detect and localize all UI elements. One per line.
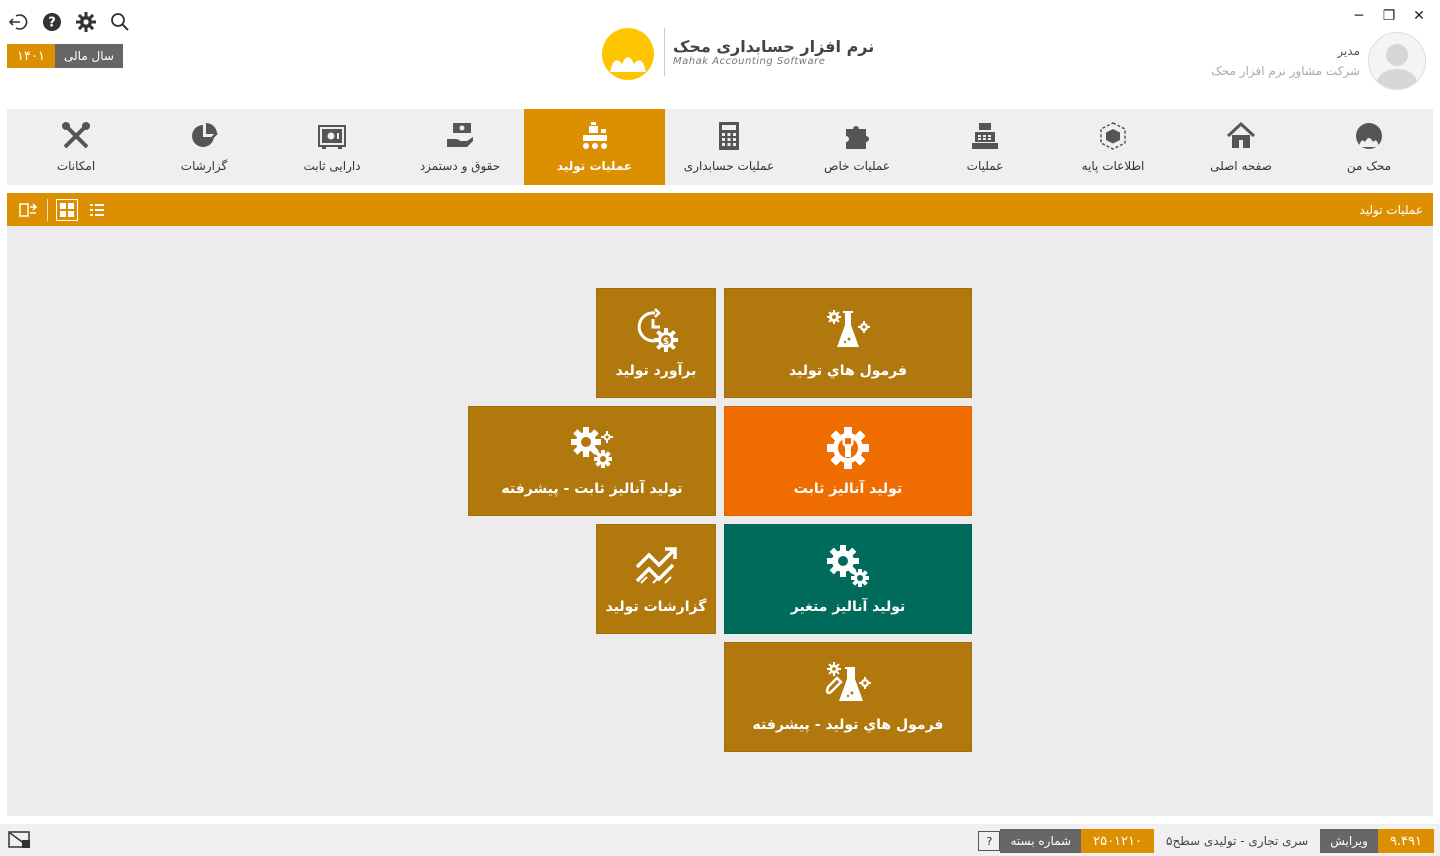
nav-label: اطلاعات پایه	[1081, 159, 1145, 173]
close-button[interactable]: ✕	[1406, 6, 1432, 26]
puzzle-icon	[846, 126, 869, 149]
tile-label: گزارشات تولید	[605, 599, 707, 615]
nav-label: امکانات	[56, 159, 96, 173]
calculator-icon	[719, 122, 739, 150]
home-icon	[1226, 121, 1256, 148]
tile-label: تولید آنالیز ثابت - پیشرفته	[501, 481, 683, 497]
nav-label: محک من	[1346, 159, 1392, 173]
package-number: ۲۵۰۱۲۱۰	[1081, 829, 1154, 853]
tiles-area: فرمول هاي توليد $ برآورد تولید تولید آنا…	[7, 226, 1433, 816]
nav-label: عملیات تولید	[556, 159, 633, 173]
cash-register-icon	[972, 123, 998, 149]
nav-item-accounting-ops[interactable]: عملیات حسابداری	[665, 109, 793, 185]
nav-item-fixed-assets[interactable]: دارایی ثابت	[268, 109, 396, 185]
nav-item-special-ops[interactable]: عملیات خاص	[793, 109, 921, 185]
top-toolbar: ?	[6, 10, 132, 34]
safe-icon	[318, 125, 346, 149]
user-company: شرکت مشاور نرم افزار محک	[1211, 64, 1360, 78]
nav-item-facilities[interactable]: امکانات	[12, 109, 140, 185]
search-icon[interactable]	[108, 10, 132, 34]
nav-item-payroll[interactable]: حقوق و دستمزد	[396, 109, 524, 185]
edition-label: ویرایش	[1320, 829, 1378, 853]
tools-icon	[62, 122, 90, 149]
clock-money-gear-icon: $	[637, 308, 678, 352]
network-icon[interactable]	[8, 830, 32, 854]
nav-label: دارایی ثابت	[303, 159, 361, 173]
fiscal-year-label: سال مالی	[55, 44, 123, 68]
gears-icon	[571, 427, 613, 468]
tile-variable-analysis[interactable]: تولید آنالیز متغیر	[724, 524, 972, 634]
section-title: عملیات تولید	[1359, 202, 1423, 217]
nav-label: عملیات	[966, 159, 1004, 173]
gear-wrench-icon	[827, 427, 869, 469]
nav-item-mahak-man[interactable]: محک من	[1305, 109, 1433, 185]
cube-icon	[1100, 122, 1126, 150]
logo-title-en: Mahak Accounting Software	[673, 56, 826, 67]
nav-item-base-info[interactable]: اطلاعات پایه	[1049, 109, 1177, 185]
tile-production-formulas[interactable]: فرمول هاي توليد	[724, 288, 972, 398]
tile-label: فرمول هاي توليد	[788, 363, 908, 379]
nav-item-production-ops[interactable]: عملیات تولید	[524, 109, 665, 185]
nav-label: گزارشات	[180, 159, 228, 173]
package-label: شماره بسته	[1000, 829, 1082, 853]
help-icon[interactable]: ?	[40, 10, 64, 34]
window-controls: ─ ❐ ✕	[1346, 6, 1432, 26]
nav-item-home[interactable]: صفحه اصلی	[1177, 109, 1305, 185]
grid-view-icon[interactable]	[56, 198, 78, 221]
view-toolbar	[17, 198, 108, 221]
mahak-logo-icon	[602, 28, 654, 80]
tile-production-reports[interactable]: گزارشات تولید	[596, 524, 716, 634]
switch-view-icon[interactable]	[17, 199, 39, 221]
minimize-button[interactable]: ─	[1346, 6, 1372, 26]
list-view-icon[interactable]	[86, 199, 108, 221]
restore-button[interactable]: ❐	[1376, 6, 1402, 26]
mahak-logo-icon	[1356, 123, 1382, 149]
toolbar-divider	[47, 198, 48, 221]
nav-label: صفحه اصلی	[1210, 159, 1272, 173]
user-info: مدیر شرکت مشاور نرم افزار محک	[1211, 32, 1426, 90]
flask-gear-icon	[827, 310, 870, 347]
fiscal-year-selector[interactable]: ۱۴۰۱ سال مالی	[7, 44, 123, 68]
svg-text:$: $	[663, 337, 669, 347]
user-name: مدیر	[1337, 44, 1360, 58]
pie-chart-icon	[192, 123, 218, 147]
hand-money-icon	[447, 123, 473, 147]
app-logo: نرم افزار حسابداری محک Mahak Accounting …	[600, 24, 874, 80]
tile-label: برآورد تولید	[615, 363, 697, 379]
svg-text:?: ?	[48, 16, 56, 31]
section-header: عملیات تولید	[7, 193, 1433, 226]
main-navigation: محک من صفحه اصلی اطلاعات پایه عملیات عمل…	[7, 109, 1433, 185]
nav-label: عملیات حسابداری	[683, 159, 775, 173]
nav-item-reports[interactable]: گزارشات	[140, 109, 268, 185]
edition-series: سری تجاری - تولیدی سطح۵	[1166, 834, 1309, 848]
logo-title-fa: نرم افزار حسابداری محک	[673, 37, 875, 56]
edition-value: ۹.۴۹۱	[1377, 829, 1434, 853]
help-icon[interactable]: ?	[978, 831, 1001, 851]
trend-chart-icon	[635, 547, 677, 584]
tile-fixed-analysis-advanced[interactable]: تولید آنالیز ثابت - پیشرفته	[468, 406, 716, 516]
tile-fixed-analysis[interactable]: تولید آنالیز ثابت	[724, 406, 972, 516]
tile-label: تولید آنالیز ثابت	[793, 481, 903, 497]
production-line-icon	[582, 122, 607, 149]
nav-label: حقوق و دستمزد	[419, 159, 501, 173]
logo-divider	[664, 28, 665, 76]
gears-icon	[827, 545, 869, 587]
nav-label: عملیات خاص	[823, 159, 891, 173]
tile-production-formulas-advanced[interactable]: فرمول هاي توليد - پیشرفته	[724, 642, 972, 752]
fiscal-year-value: ۱۴۰۱	[7, 44, 55, 68]
avatar[interactable]	[1368, 32, 1426, 90]
status-info: ? شماره بسته ۲۵۰۱۲۱۰ سری تجاری - تولیدی …	[964, 829, 1434, 853]
tile-production-estimate[interactable]: $ برآورد تولید	[596, 288, 716, 398]
tile-label: تولید آنالیز متغیر	[790, 599, 906, 615]
nav-item-operations[interactable]: عملیات	[921, 109, 1049, 185]
tile-label: فرمول هاي توليد - پیشرفته	[752, 717, 944, 733]
status-bar: ? شماره بسته ۲۵۰۱۲۱۰ سری تجاری - تولیدی …	[0, 824, 1440, 856]
flasks-gear-icon	[825, 662, 871, 701]
gear-icon[interactable]	[74, 10, 98, 34]
logout-icon[interactable]	[6, 10, 30, 34]
